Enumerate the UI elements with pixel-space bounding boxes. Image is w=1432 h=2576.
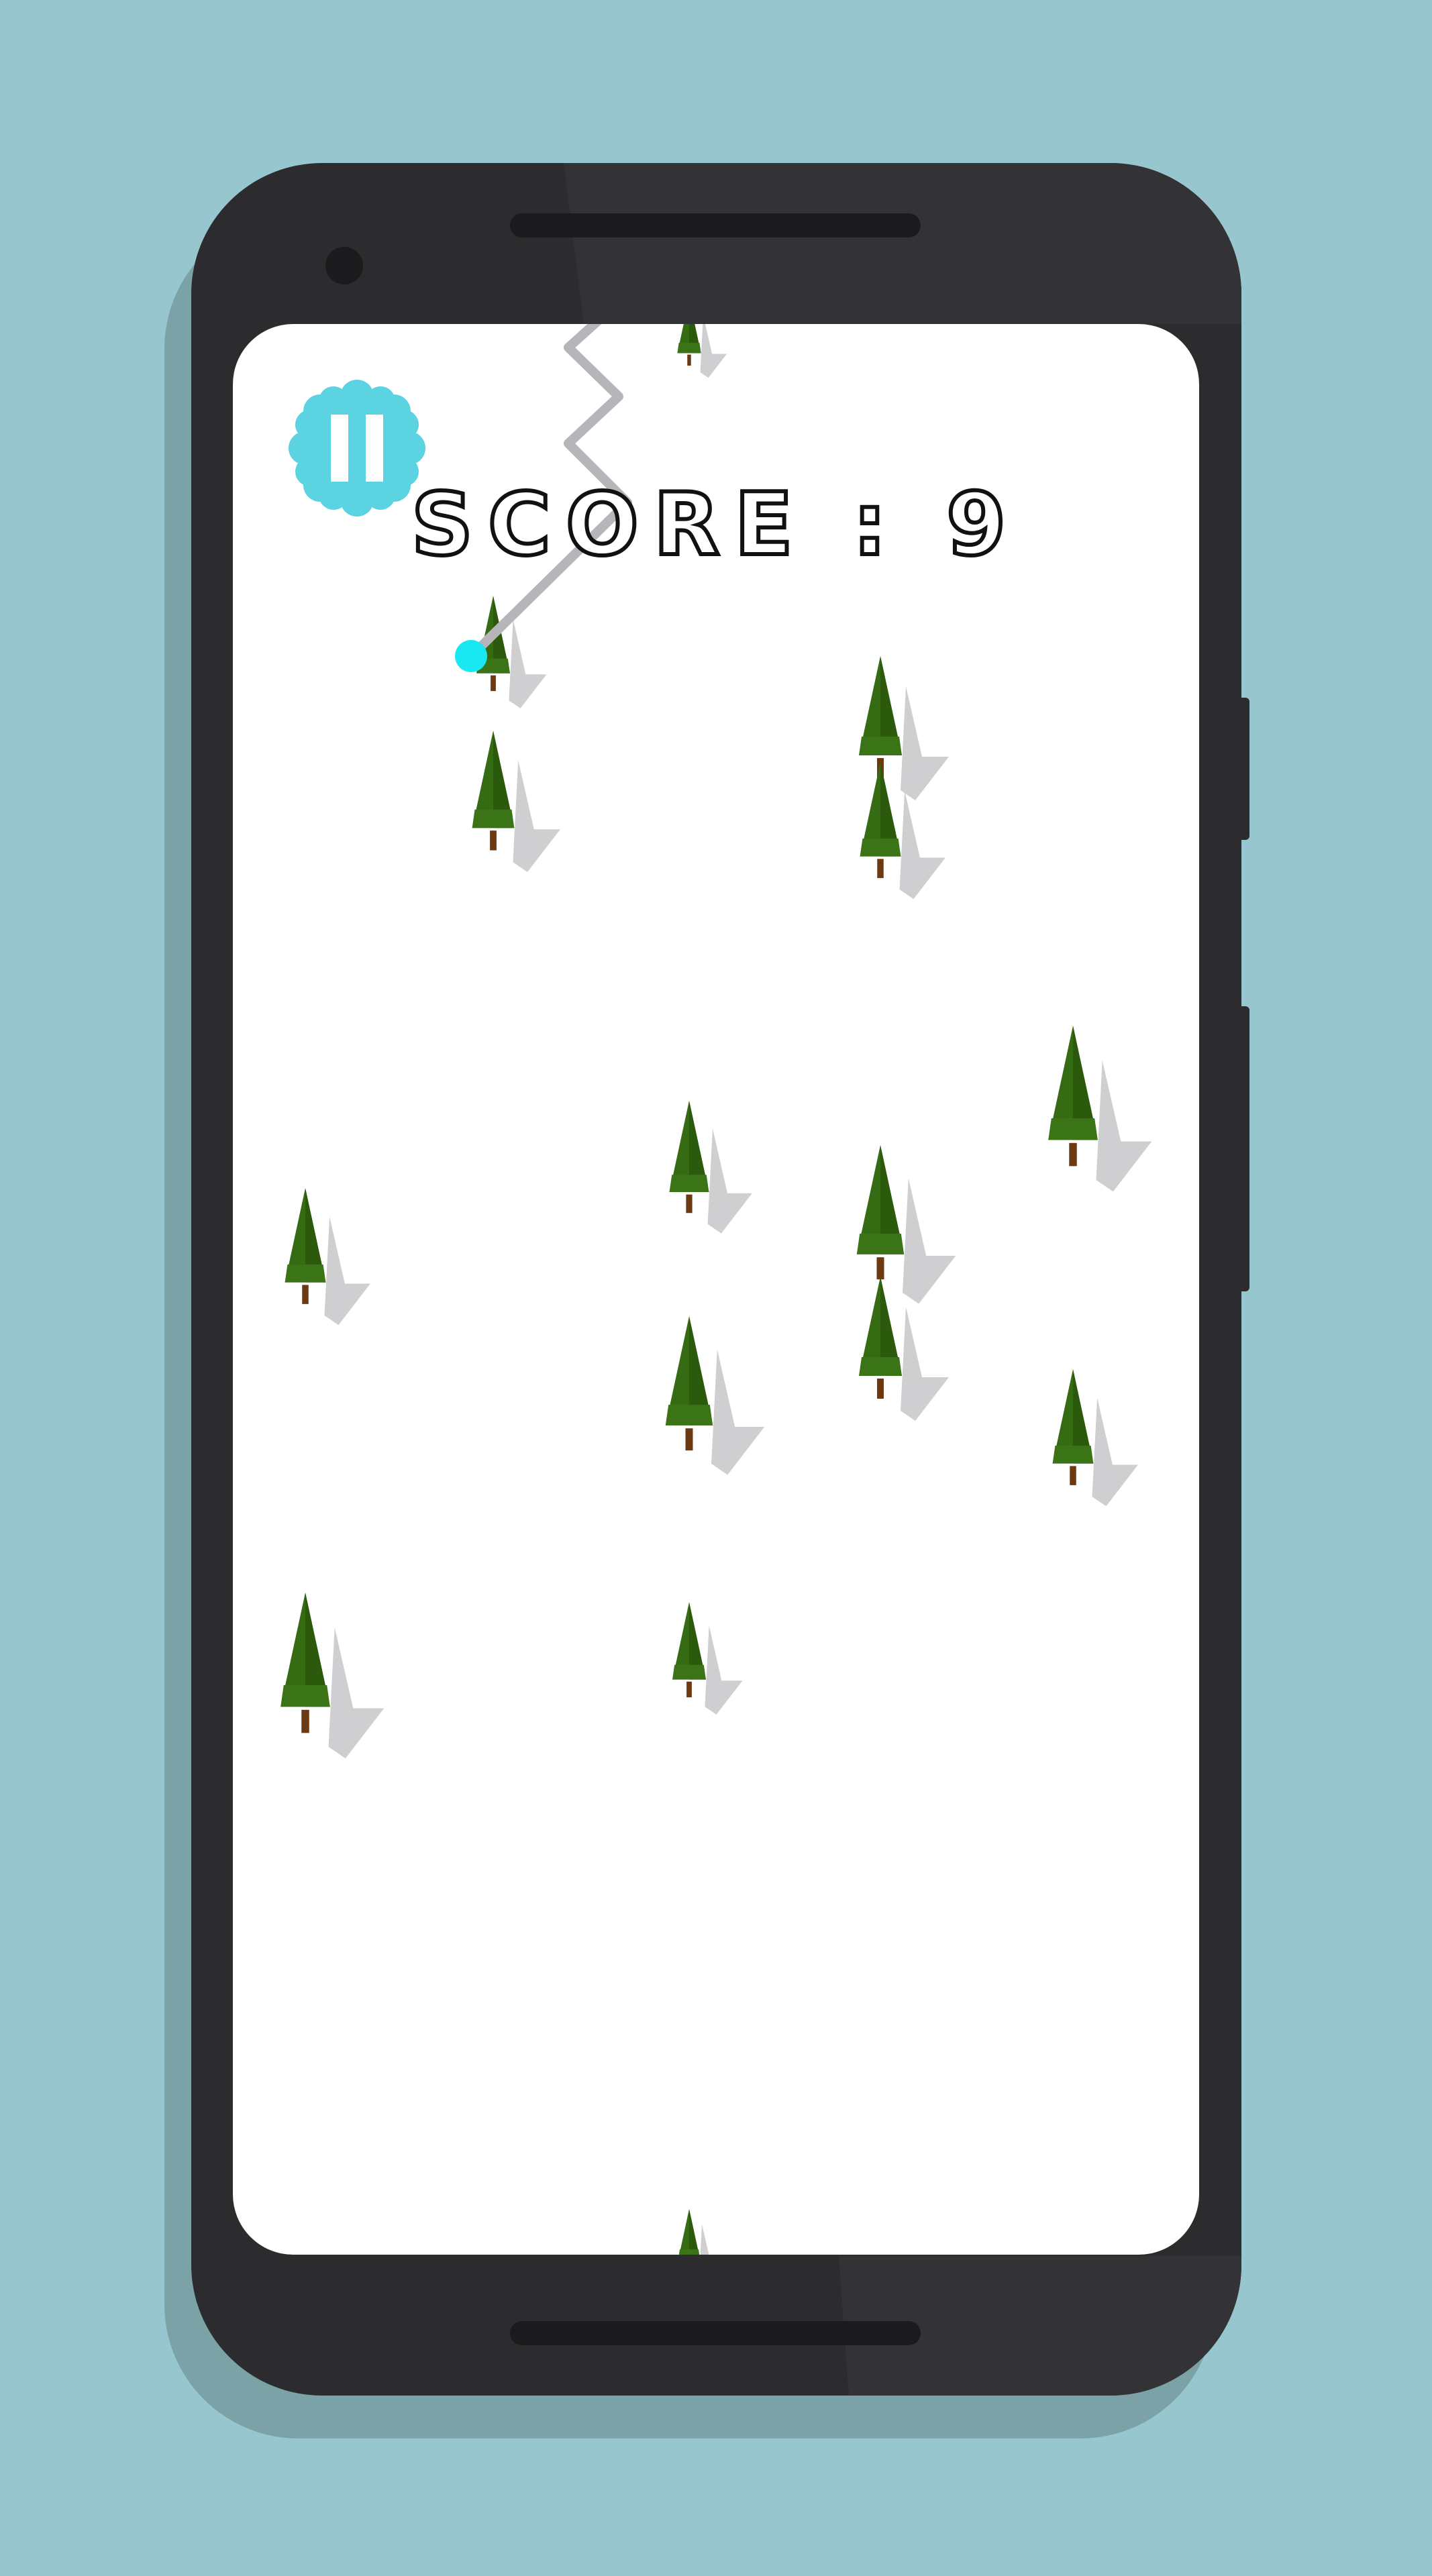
pine-tree-icon <box>285 1188 370 1326</box>
player-dot <box>455 640 487 672</box>
pine-tree-icon <box>280 1593 385 1759</box>
pine-tree-icon <box>672 1602 743 1715</box>
pine-tree-icon <box>665 1316 765 1475</box>
game-field[interactable] <box>233 324 1199 2255</box>
pine-tree-icon <box>678 2209 723 2255</box>
pine-tree-icon <box>856 1145 956 1304</box>
pine-tree-icon <box>1048 1026 1152 1192</box>
pine-tree-icon <box>677 324 727 378</box>
bottom-speaker <box>510 2321 921 2345</box>
pine-tree-icon <box>859 1277 949 1421</box>
score-display: SCORE : 9 <box>233 473 1199 577</box>
pine-tree-icon <box>859 656 949 800</box>
tree-layer <box>280 324 1152 2255</box>
top-speaker <box>510 213 921 237</box>
score-label: SCORE <box>409 473 808 577</box>
pine-tree-icon <box>472 731 560 872</box>
pine-tree-icon <box>669 1100 752 1234</box>
game-screen[interactable]: SCORE : 9 <box>233 324 1199 2255</box>
pine-tree-icon <box>1052 1369 1138 1507</box>
score-separator: : <box>850 473 902 577</box>
score-value: 9 <box>944 473 1021 577</box>
front-camera <box>325 247 363 284</box>
